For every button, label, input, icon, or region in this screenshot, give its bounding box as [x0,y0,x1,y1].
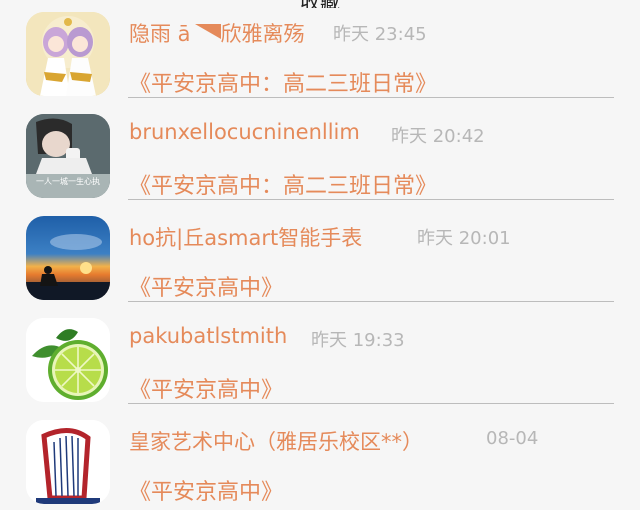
contact-name: ho抗|丘asmart智能手表 [129,226,363,250]
list-item[interactable]: 皇家艺术中心（雅居乐校区**） 08-04 《平安京高中》 [0,408,640,510]
avatar-caption: 一人一城一生心执 [36,177,100,186]
anime-girls-avatar-image [26,12,110,96]
contact-name: brunxellocucninenllim [129,120,360,144]
timestamp: 昨天 20:42 [391,126,485,147]
message-preview: 《平安京高中：高二三班日常》 [129,72,438,97]
harp-logo-avatar-image [26,420,110,504]
avatar[interactable] [26,420,110,504]
avatar[interactable] [26,12,110,96]
timestamp: 08-04 [486,428,539,449]
message-preview: 《平安京高中：高二三班日常》 [129,174,438,199]
message-preview: 《平安京高中》 [129,480,284,505]
list-item[interactable]: ho抗|丘asmart智能手表 昨天 20:01 《平安京高中》 [0,204,640,306]
list-item[interactable]: 一人一城一生心执 brunxellocucninenllim 昨天 20:42 … [0,102,640,204]
message-preview: 《平安京高中》 [129,378,284,403]
divider [128,403,614,404]
avatar[interactable] [26,216,110,300]
sunset-silhouette-avatar-image [26,216,110,300]
contact-name: pakubatlstmith [129,324,288,348]
lime-avatar-image [26,318,110,402]
avatar[interactable]: 一人一城一生心执 [26,114,110,198]
divider [128,301,614,302]
message-preview: 《平安京高中》 [129,276,284,301]
contact-name: 皇家艺术中心（雅居乐校区**） [129,430,423,454]
divider [128,199,614,200]
avatar[interactable] [26,318,110,402]
timestamp: 昨天 23:45 [333,24,427,45]
divider [128,97,614,98]
list-item[interactable]: pakubatlstmith 昨天 19:33 《平安京高中》 [0,306,640,408]
timestamp: 昨天 20:01 [417,228,511,249]
list-item[interactable]: 隐雨 ā 欣雅离殇 昨天 23:45 《平安京高中：高二三班日常》 [0,0,640,102]
timestamp: 昨天 19:33 [311,330,405,351]
flag-icon [194,24,221,39]
contact-name: 隐雨 ā 欣雅离殇 [129,22,305,46]
